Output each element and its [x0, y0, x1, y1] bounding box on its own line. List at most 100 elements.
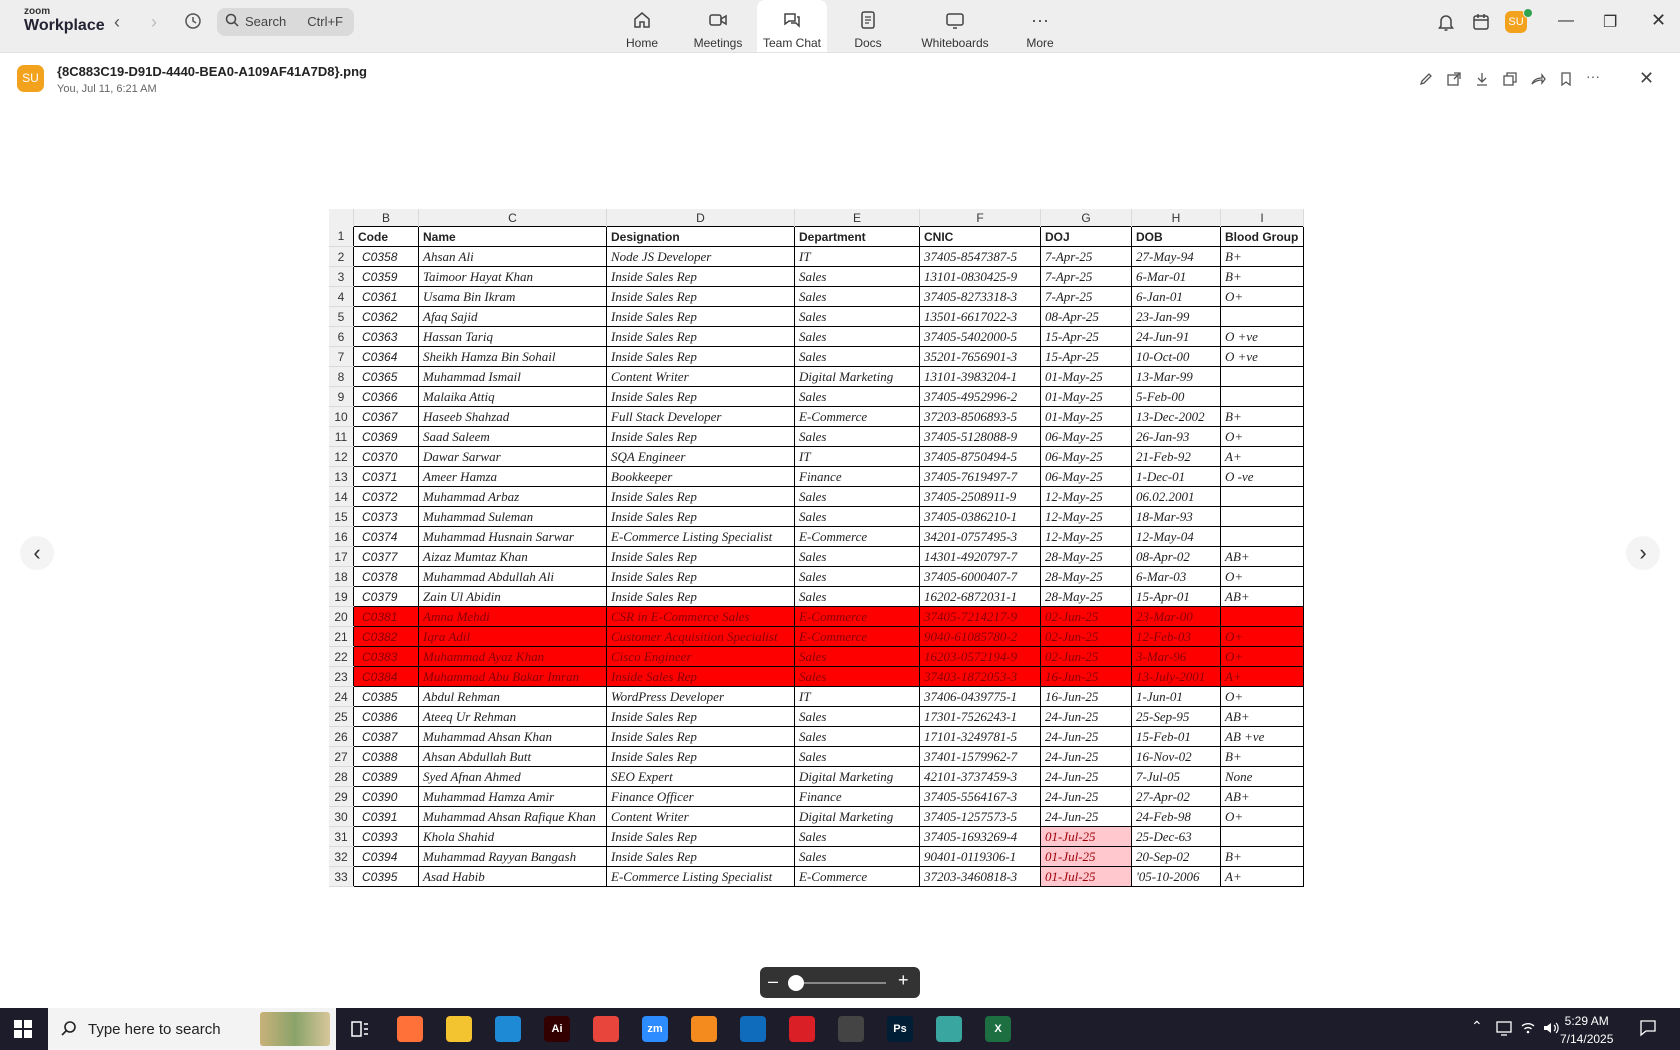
table-cell: 02-Jun-25	[1040, 606, 1132, 627]
tab-more[interactable]: ··· More	[1022, 0, 1058, 52]
calendar-icon[interactable]	[1471, 12, 1491, 37]
close-window-icon[interactable]: ✕	[1651, 10, 1666, 31]
file-explorer-taskbar-icon[interactable]	[446, 1016, 472, 1042]
excel-taskbar-icon[interactable]: X	[985, 1016, 1011, 1042]
table-cell: 01-Jul-25	[1040, 846, 1132, 867]
share-icon[interactable]	[1530, 71, 1546, 92]
download-icon[interactable]	[1474, 71, 1490, 92]
table-cell: Muhammad Ahsan Rafique Khan	[418, 806, 607, 827]
table-cell: 26-Jan-93	[1131, 426, 1221, 447]
table-cell: Sales	[794, 266, 920, 287]
windows-start-icon[interactable]	[14, 1020, 32, 1038]
table-cell: Abdul Rehman	[418, 686, 607, 707]
show-hidden-icons-icon[interactable]: ⌃	[1471, 1018, 1483, 1035]
pen-tool-taskbar-icon[interactable]	[838, 1016, 864, 1042]
firefox-taskbar-icon[interactable]	[397, 1016, 423, 1042]
table-cell: 16202-6872031-1	[919, 586, 1041, 607]
zoom-slider-handle[interactable]	[788, 975, 804, 991]
table-row: 19 C0379 Zain Ul Abidin Inside Sales Rep Sal…	[329, 586, 1304, 607]
more-options-icon[interactable]: ···	[1586, 68, 1600, 84]
table-cell: 37405-5402000-5	[919, 326, 1041, 347]
table-cell: 16203-0572194-9	[919, 646, 1041, 667]
table-cell: C0391	[353, 806, 419, 827]
header-cell: CNIC	[919, 226, 1041, 247]
table-cell: Muhammad Ayaz Khan	[418, 646, 607, 667]
table-cell: Inside Sales Rep	[606, 326, 795, 347]
table-cell: B+	[1220, 406, 1304, 427]
table-cell: Taimoor Hayat Khan	[418, 266, 607, 287]
volume-icon[interactable]	[1542, 1020, 1560, 1041]
zoom-in-icon[interactable]: +	[898, 970, 909, 991]
task-view-icon[interactable]	[350, 1019, 370, 1044]
header-cell: Blood Group	[1220, 226, 1304, 247]
photoshop-taskbar-icon[interactable]: Ps	[887, 1016, 913, 1042]
taskbar-search-placeholder: Type here to search	[88, 1021, 221, 1038]
table-cell: 02-Jun-25	[1040, 646, 1132, 667]
search-box[interactable]: Search Ctrl+F	[217, 8, 354, 36]
table-cell: Dawar Sarwar	[418, 446, 607, 467]
bell-icon[interactable]	[1436, 12, 1456, 37]
network-icon[interactable]	[1496, 1020, 1514, 1041]
tab-meetings[interactable]: Meetings	[690, 0, 746, 52]
table-cell: O +ve	[1220, 326, 1304, 347]
app-gem-taskbar-icon[interactable]	[936, 1016, 962, 1042]
table-cell: Inside Sales Rep	[606, 826, 795, 847]
col-letter: C	[418, 209, 607, 227]
notifications-icon[interactable]	[1639, 1019, 1657, 1042]
table-cell: C0377	[353, 546, 419, 567]
creative-cloud-taskbar-icon[interactable]	[789, 1016, 815, 1042]
table-cell: 24-Jun-25	[1040, 766, 1132, 787]
outlook-taskbar-icon[interactable]	[740, 1016, 766, 1042]
search-highlight-picture	[260, 1012, 330, 1046]
edit-pencil-icon[interactable]	[1418, 71, 1434, 92]
next-image-button[interactable]: ›	[1626, 536, 1660, 570]
xampp-taskbar-icon[interactable]	[691, 1016, 717, 1042]
vscode-taskbar-icon[interactable]	[495, 1016, 521, 1042]
close-preview-icon[interactable]: ✕	[1639, 68, 1654, 89]
table-row: 24 C0385 Abdul Rehman WordPress Developer IT…	[329, 686, 1304, 707]
minimize-icon[interactable]: —	[1558, 12, 1574, 30]
chrome-taskbar-icon[interactable]	[593, 1016, 619, 1042]
table-cell: O+	[1220, 426, 1304, 447]
open-external-icon[interactable]	[1446, 71, 1462, 92]
zoom-taskbar-icon[interactable]: zm	[642, 1016, 668, 1042]
row-number: 26	[329, 726, 354, 747]
bookmark-icon[interactable]	[1558, 71, 1574, 92]
table-cell: C0390	[353, 786, 419, 807]
tab-docs[interactable]: Docs	[848, 0, 888, 52]
table-cell: 24-Jun-25	[1040, 746, 1132, 767]
row-number: 10	[329, 406, 354, 427]
table-cell: 37405-5564167-3	[919, 786, 1041, 807]
table-cell: 20-Sep-02	[1131, 846, 1221, 867]
table-cell: Sales	[794, 706, 920, 727]
table-cell: 27-May-94	[1131, 246, 1221, 267]
copy-icon[interactable]	[1502, 71, 1518, 92]
table-cell: 06.02.2001	[1131, 486, 1221, 507]
table-cell: Inside Sales Rep	[606, 566, 795, 587]
table-cell: Inside Sales Rep	[606, 486, 795, 507]
previous-image-button[interactable]: ‹	[20, 536, 54, 570]
illustrator-taskbar-icon[interactable]: Ai	[544, 1016, 570, 1042]
back-arrow-icon[interactable]: ‹	[114, 12, 120, 33]
table-row: 20 C0381 Amna Mehdi CSR in E-Commerce Sales…	[329, 606, 1304, 627]
table-cell: Finance	[794, 786, 920, 807]
taskbar-search[interactable]: Type here to search	[48, 1008, 336, 1050]
restore-icon[interactable]: ❐	[1603, 12, 1617, 32]
row-number: 14	[329, 486, 354, 507]
table-cell: SQA Engineer	[606, 446, 795, 467]
tab-whiteboards[interactable]: Whiteboards	[917, 0, 993, 52]
zoom-slider-track[interactable]	[792, 982, 886, 984]
forward-arrow-icon[interactable]: ›	[151, 12, 157, 33]
table-cell: 37403-1872053-3	[919, 666, 1041, 687]
wifi-icon[interactable]	[1520, 1020, 1536, 1041]
tab-home[interactable]: Home	[620, 0, 664, 52]
table-cell: Inside Sales Rep	[606, 846, 795, 867]
table-cell: 23-Jan-99	[1131, 306, 1221, 327]
history-icon[interactable]	[183, 11, 203, 36]
zoom-out-icon[interactable]: –	[768, 971, 778, 992]
table-cell: C0370	[353, 446, 419, 467]
tab-team-chat[interactable]: Team Chat	[757, 0, 827, 52]
brand-small: zoom	[24, 6, 51, 17]
taskbar-clock[interactable]: 5:29 AM 7/14/2025	[1560, 1012, 1613, 1048]
table-row: 17 C0377 Aizaz Mumtaz Khan Inside Sales Rep…	[329, 546, 1304, 567]
